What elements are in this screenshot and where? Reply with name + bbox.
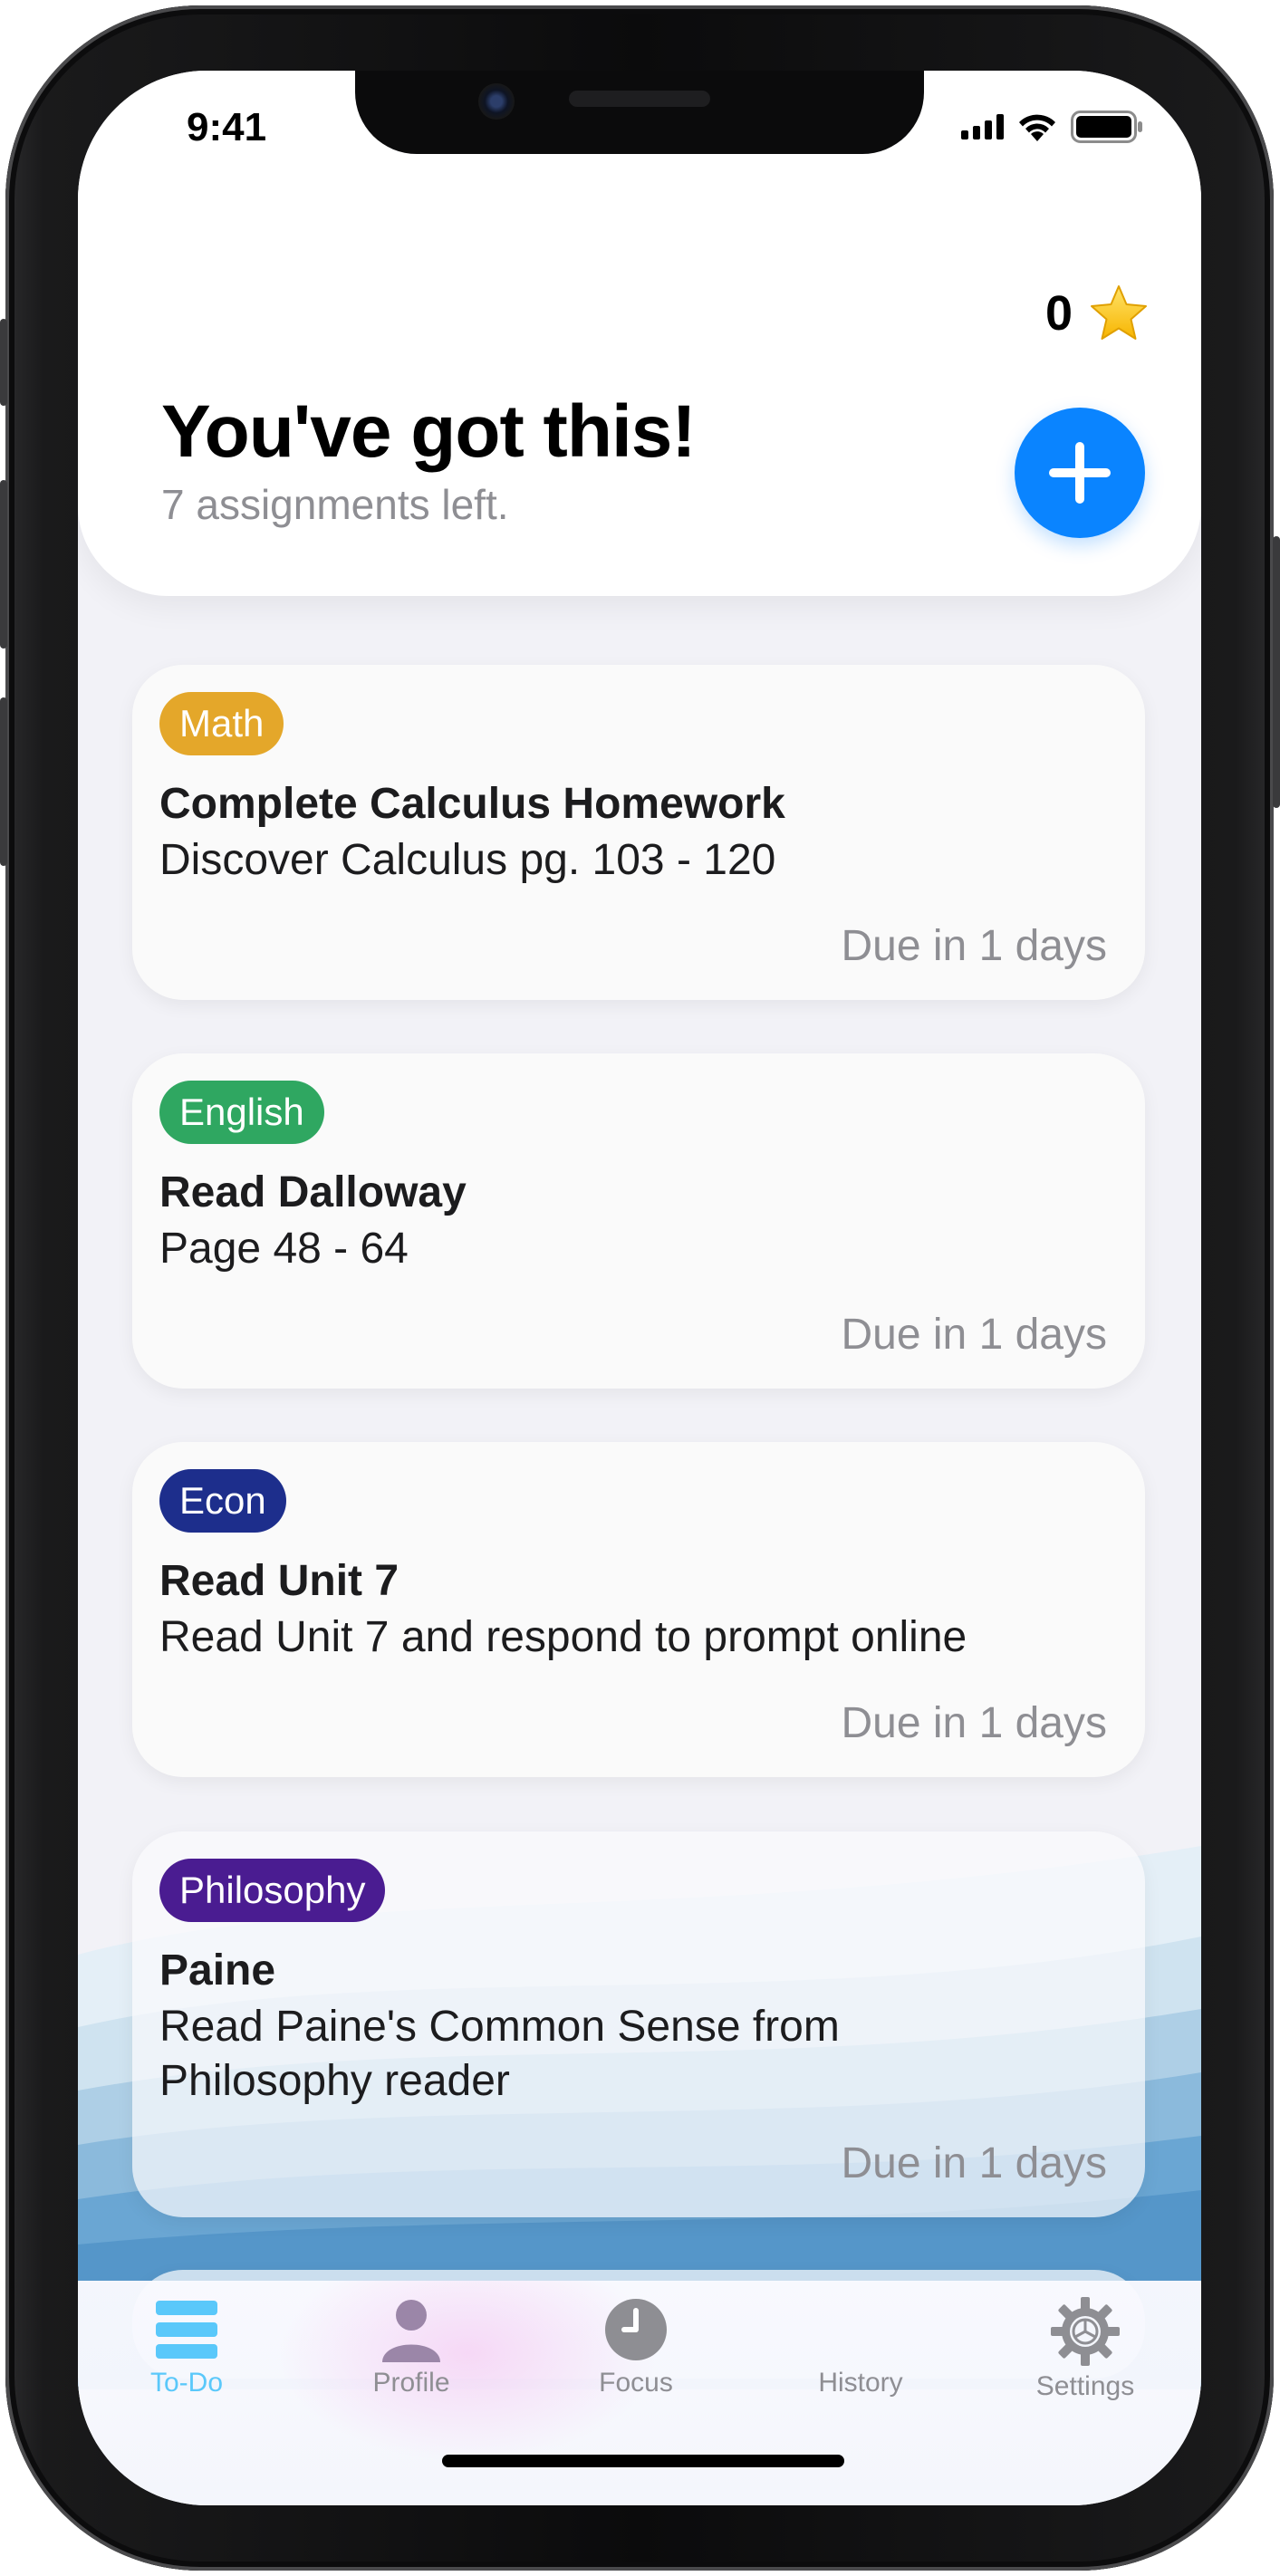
due-date: Due in 1 days — [841, 922, 1107, 970]
assignment-title: Read Dalloway — [159, 1168, 467, 1216]
subject-tag: Econ — [159, 1469, 286, 1533]
subject-tag: English — [159, 1081, 324, 1144]
tab-label: History — [818, 2368, 903, 2398]
tab-profile[interactable]: Profile — [321, 2297, 502, 2398]
tab-bar: To-Do Profile Focus History Settings — [78, 2281, 1201, 2505]
star-count: 0 — [1044, 286, 1073, 341]
tab-todo[interactable]: To-Do — [96, 2297, 277, 2398]
add-assignment-button[interactable] — [1015, 408, 1145, 538]
assignment-card[interactable]: Math Complete Calculus Homework Discover… — [132, 665, 1145, 1000]
tab-settings[interactable]: Settings — [995, 2297, 1176, 2402]
volume-up-button — [0, 480, 7, 649]
due-date: Due in 1 days — [841, 2139, 1107, 2187]
assignment-description: Read Paine's Common Sense from Philosoph… — [159, 2003, 840, 2105]
assignment-title: Paine — [159, 1946, 276, 1994]
stars-counter: 0 — [1045, 284, 1149, 342]
assignment-card[interactable]: Econ Read Unit 7 Read Unit 7 and respond… — [132, 1442, 1145, 1777]
star-icon — [1091, 285, 1147, 340]
assignment-description: Discover Calculus pg. 103 - 120 — [159, 836, 776, 884]
clock-icon — [605, 2299, 667, 2360]
due-date: Due in 1 days — [841, 1699, 1107, 1747]
due-date: Due in 1 days — [841, 1311, 1107, 1359]
person-icon — [382, 2300, 440, 2362]
status-icons — [961, 111, 1143, 143]
power-button — [1273, 536, 1280, 808]
tab-history[interactable]: History — [770, 2297, 951, 2398]
assignment-card[interactable]: Philosophy Paine Read Paine's Common Sen… — [132, 1831, 1145, 2217]
home-indicator — [442, 2455, 844, 2467]
battery-icon — [1071, 111, 1142, 143]
tab-label: Profile — [372, 2368, 450, 2398]
history-icon — [828, 2297, 893, 2362]
volume-down-button — [0, 697, 7, 866]
notch — [355, 71, 924, 154]
subject-tag: Math — [159, 692, 284, 755]
wifi-icon — [1019, 114, 1055, 141]
tab-label: Settings — [1035, 2371, 1135, 2401]
assignments-left-text: 7 assignments left. — [161, 481, 509, 528]
assignment-card[interactable]: English Read Dalloway Page 48 - 64 Due i… — [132, 1053, 1145, 1389]
assignment-title: Read Unit 7 — [159, 1557, 399, 1605]
assignment-title: Complete Calculus Homework — [159, 780, 785, 828]
cellular-signal-icon — [961, 114, 1004, 139]
tab-label: Focus — [599, 2368, 673, 2398]
front-camera — [478, 83, 515, 120]
list-icon — [156, 2301, 217, 2359]
tab-focus[interactable]: Focus — [545, 2297, 727, 2398]
screen: 0 You've got this! 7 assignments left. 9… — [78, 71, 1201, 2505]
assignment-description: Page 48 - 64 — [159, 1225, 409, 1273]
subject-tag: Philosophy — [159, 1859, 386, 1922]
page-title: You've got this! — [161, 390, 697, 473]
status-time: 9:41 — [187, 105, 267, 149]
plus-icon — [1049, 442, 1111, 504]
mute-switch — [0, 319, 7, 406]
assignment-description: Read Unit 7 and respond to prompt online — [159, 1613, 967, 1661]
tab-label: To-Do — [149, 2368, 224, 2398]
gear-icon — [1051, 2297, 1120, 2366]
